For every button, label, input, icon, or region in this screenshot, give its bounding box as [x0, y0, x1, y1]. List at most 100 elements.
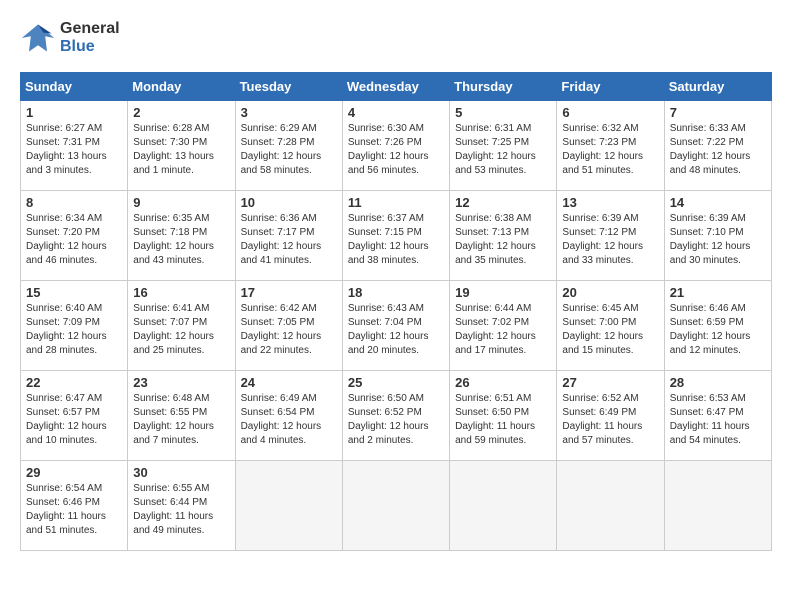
day-info: Sunrise: 6:44 AM Sunset: 7:02 PM Dayligh…: [455, 302, 551, 358]
day-number: 14: [670, 195, 766, 210]
day-info: Sunrise: 6:31 AM Sunset: 7:25 PM Dayligh…: [455, 122, 551, 178]
day-info: Sunrise: 6:27 AM Sunset: 7:31 PM Dayligh…: [26, 122, 122, 178]
day-number: 7: [670, 105, 766, 120]
calendar-week-row: 8 Sunrise: 6:34 AM Sunset: 7:20 PM Daylig…: [21, 191, 772, 281]
day-info: Sunrise: 6:30 AM Sunset: 7:26 PM Dayligh…: [348, 122, 444, 178]
calendar-cell: 10Sunrise: 6:36 AM Sunset: 7:17 PM Dayli…: [235, 191, 342, 281]
calendar-cell: 30 Sunrise: 6:55 AM Sunset: 6:44 PM Dayli…: [128, 461, 235, 551]
header-thursday: Thursday: [450, 73, 557, 101]
calendar-cell: [557, 461, 664, 551]
calendar-week-row: 1 Sunrise: 6:27 AM Sunset: 7:31 PM Daylig…: [21, 101, 772, 191]
calendar-cell: 28Sunrise: 6:53 AM Sunset: 6:47 PM Dayli…: [664, 371, 771, 461]
calendar-cell: 25Sunrise: 6:50 AM Sunset: 6:52 PM Dayli…: [342, 371, 449, 461]
calendar-cell: [664, 461, 771, 551]
day-info: Sunrise: 6:37 AM Sunset: 7:15 PM Dayligh…: [348, 212, 444, 268]
day-number: 6: [562, 105, 658, 120]
header-saturday: Saturday: [664, 73, 771, 101]
day-number: 21: [670, 285, 766, 300]
calendar-cell: 2 Sunrise: 6:28 AM Sunset: 7:30 PM Daylig…: [128, 101, 235, 191]
calendar-cell: 17Sunrise: 6:42 AM Sunset: 7:05 PM Dayli…: [235, 281, 342, 371]
day-info: Sunrise: 6:34 AM Sunset: 7:20 PM Dayligh…: [26, 212, 122, 268]
calendar-cell: 26Sunrise: 6:51 AM Sunset: 6:50 PM Dayli…: [450, 371, 557, 461]
calendar-cell: 11 Sunrise: 6:37 AM Sunset: 7:15 PM Dayli…: [342, 191, 449, 281]
calendar-cell: 19 Sunrise: 6:44 AM Sunset: 7:02 PM Dayli…: [450, 281, 557, 371]
day-info: Sunrise: 6:43 AM Sunset: 7:04 PM Dayligh…: [348, 302, 444, 358]
day-number: 5: [455, 105, 551, 120]
day-info: Sunrise: 6:41 AM Sunset: 7:07 PM Dayligh…: [133, 302, 229, 358]
calendar-cell: [235, 461, 342, 551]
calendar-cell: 5 Sunrise: 6:31 AM Sunset: 7:25 PM Daylig…: [450, 101, 557, 191]
day-number: 12: [455, 195, 551, 210]
day-number: 20: [562, 285, 658, 300]
logo: General Blue: [20, 20, 120, 56]
day-info: Sunrise: 6:39 AM Sunset: 7:12 PM Dayligh…: [562, 212, 658, 268]
day-number: 19: [455, 285, 551, 300]
calendar-table: SundayMondayTuesdayWednesdayThursdayFrid…: [20, 72, 772, 551]
day-number: 8: [26, 195, 122, 210]
header-sunday: Sunday: [21, 73, 128, 101]
day-number: 2: [133, 105, 229, 120]
logo-icon: [20, 20, 56, 56]
day-info: Sunrise: 6:52 AM Sunset: 6:49 PM Dayligh…: [562, 392, 658, 448]
calendar-week-row: 29 Sunrise: 6:54 AM Sunset: 6:46 PM Dayli…: [21, 461, 772, 551]
day-number: 1: [26, 105, 122, 120]
day-info: Sunrise: 6:28 AM Sunset: 7:30 PM Dayligh…: [133, 122, 229, 178]
calendar-week-row: 22 Sunrise: 6:47 AM Sunset: 6:57 PM Dayli…: [21, 371, 772, 461]
day-info: Sunrise: 6:49 AM Sunset: 6:54 PM Dayligh…: [241, 392, 337, 448]
calendar-cell: 27 Sunrise: 6:52 AM Sunset: 6:49 PM Dayli…: [557, 371, 664, 461]
day-number: 30: [133, 465, 229, 480]
day-number: 3: [241, 105, 337, 120]
day-info: Sunrise: 6:29 AM Sunset: 7:28 PM Dayligh…: [241, 122, 337, 178]
day-info: Sunrise: 6:38 AM Sunset: 7:13 PM Dayligh…: [455, 212, 551, 268]
header-monday: Monday: [128, 73, 235, 101]
day-info: Sunrise: 6:51 AM Sunset: 6:50 PM Dayligh…: [455, 392, 551, 448]
calendar-cell: 12 Sunrise: 6:38 AM Sunset: 7:13 PM Dayli…: [450, 191, 557, 281]
calendar-cell: 29 Sunrise: 6:54 AM Sunset: 6:46 PM Dayli…: [21, 461, 128, 551]
calendar-cell: [342, 461, 449, 551]
calendar-cell: 16 Sunrise: 6:41 AM Sunset: 7:07 PM Dayli…: [128, 281, 235, 371]
day-number: 11: [348, 195, 444, 210]
day-info: Sunrise: 6:32 AM Sunset: 7:23 PM Dayligh…: [562, 122, 658, 178]
day-number: 18: [348, 285, 444, 300]
calendar-cell: 13 Sunrise: 6:39 AM Sunset: 7:12 PM Dayli…: [557, 191, 664, 281]
day-number: 16: [133, 285, 229, 300]
calendar-cell: 6 Sunrise: 6:32 AM Sunset: 7:23 PM Daylig…: [557, 101, 664, 191]
calendar-cell: 21 Sunrise: 6:46 AM Sunset: 6:59 PM Dayli…: [664, 281, 771, 371]
calendar-cell: 7 Sunrise: 6:33 AM Sunset: 7:22 PM Daylig…: [664, 101, 771, 191]
day-number: 22: [26, 375, 122, 390]
day-number: 29: [26, 465, 122, 480]
calendar-cell: 8 Sunrise: 6:34 AM Sunset: 7:20 PM Daylig…: [21, 191, 128, 281]
day-number: 23: [133, 375, 229, 390]
day-info: Sunrise: 6:33 AM Sunset: 7:22 PM Dayligh…: [670, 122, 766, 178]
calendar-cell: 3 Sunrise: 6:29 AM Sunset: 7:28 PM Daylig…: [235, 101, 342, 191]
day-info: Sunrise: 6:36 AM Sunset: 7:17 PM Dayligh…: [241, 212, 337, 268]
calendar-cell: 22 Sunrise: 6:47 AM Sunset: 6:57 PM Dayli…: [21, 371, 128, 461]
logo-text: General Blue: [60, 20, 120, 55]
calendar-cell: 23 Sunrise: 6:48 AM Sunset: 6:55 PM Dayli…: [128, 371, 235, 461]
page-header: General Blue: [20, 20, 772, 56]
day-info: Sunrise: 6:46 AM Sunset: 6:59 PM Dayligh…: [670, 302, 766, 358]
day-info: Sunrise: 6:40 AM Sunset: 7:09 PM Dayligh…: [26, 302, 122, 358]
calendar-cell: 15 Sunrise: 6:40 AM Sunset: 7:09 PM Dayli…: [21, 281, 128, 371]
calendar-cell: 18 Sunrise: 6:43 AM Sunset: 7:04 PM Dayli…: [342, 281, 449, 371]
day-number: 28: [670, 375, 766, 390]
day-number: 9: [133, 195, 229, 210]
calendar-cell: 9Sunrise: 6:35 AM Sunset: 7:18 PM Daylig…: [128, 191, 235, 281]
calendar-cell: 4 Sunrise: 6:30 AM Sunset: 7:26 PM Daylig…: [342, 101, 449, 191]
day-number: 4: [348, 105, 444, 120]
day-number: 27: [562, 375, 658, 390]
day-info: Sunrise: 6:47 AM Sunset: 6:57 PM Dayligh…: [26, 392, 122, 448]
header-wednesday: Wednesday: [342, 73, 449, 101]
day-info: Sunrise: 6:55 AM Sunset: 6:44 PM Dayligh…: [133, 482, 229, 538]
day-info: Sunrise: 6:48 AM Sunset: 6:55 PM Dayligh…: [133, 392, 229, 448]
day-number: 25: [348, 375, 444, 390]
day-number: 13: [562, 195, 658, 210]
calendar-week-row: 15 Sunrise: 6:40 AM Sunset: 7:09 PM Dayli…: [21, 281, 772, 371]
day-number: 24: [241, 375, 337, 390]
day-number: 17: [241, 285, 337, 300]
header-tuesday: Tuesday: [235, 73, 342, 101]
calendar-cell: 14Sunrise: 6:39 AM Sunset: 7:10 PM Dayli…: [664, 191, 771, 281]
day-info: Sunrise: 6:54 AM Sunset: 6:46 PM Dayligh…: [26, 482, 122, 538]
day-number: 15: [26, 285, 122, 300]
calendar-cell: 20Sunrise: 6:45 AM Sunset: 7:00 PM Dayli…: [557, 281, 664, 371]
